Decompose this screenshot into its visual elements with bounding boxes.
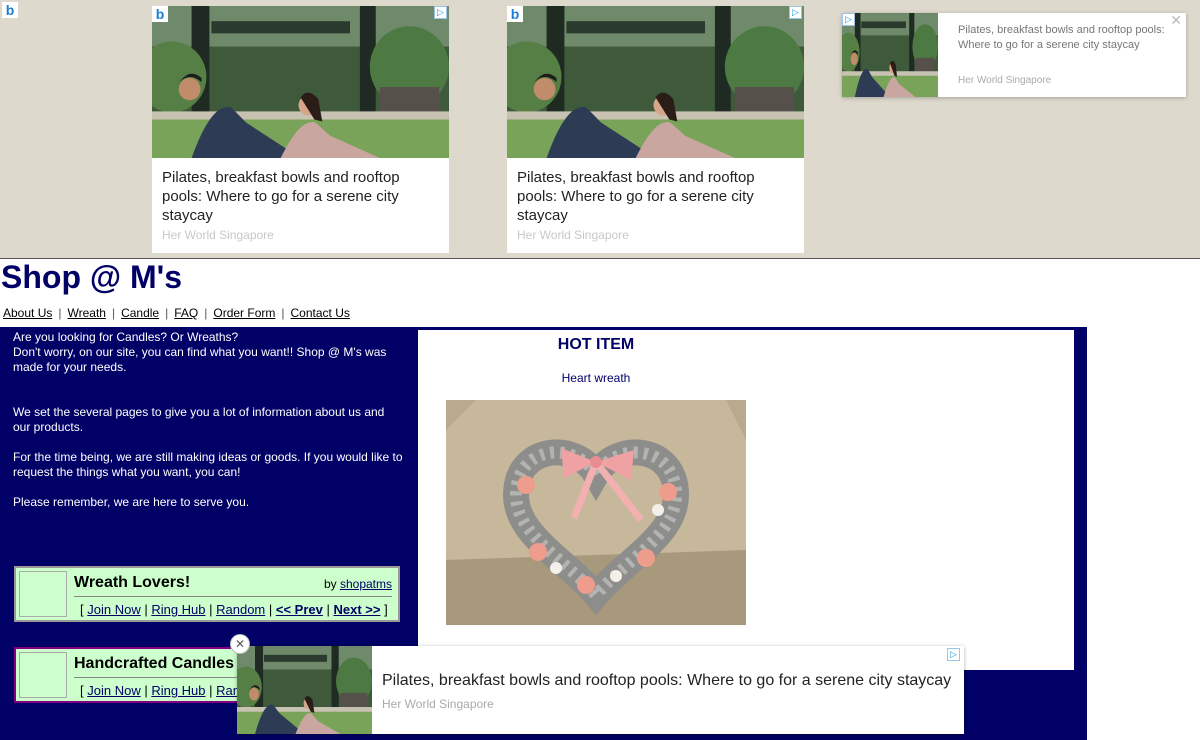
webring-owner-link[interactable]: shopatms [340, 577, 392, 591]
webring-ring-hub[interactable]: Ring Hub [151, 683, 205, 698]
adchoices-icon[interactable]: ▷ [789, 6, 802, 19]
close-icon[interactable]: ✕ [230, 634, 250, 654]
adchoices-icon[interactable]: ▷ [947, 648, 960, 661]
nav-separator: | [58, 306, 62, 320]
nav-separator: | [281, 306, 285, 320]
intro-paragraph-1: Don't worry, on our site, you can find w… [13, 345, 387, 374]
ad-banner-area: b b ▷ Pilates, breakfast bowls and rooft… [0, 0, 1200, 259]
site-title: Shop @ M's [1, 259, 183, 295]
webring-owner: by shopatms [324, 577, 392, 591]
bing-logo-icon[interactable]: b [2, 2, 18, 18]
ad-bottom-banner[interactable]: Pilates, breakfast bowls and rooftop poo… [237, 646, 964, 734]
ad-image[interactable] [152, 6, 449, 158]
webring-random[interactable]: Random [216, 602, 265, 617]
ad-headline[interactable]: Pilates, breakfast bowls and rooftop poo… [517, 168, 787, 225]
ad-source[interactable]: Her World Singapore [382, 697, 494, 711]
hot-item-title: HOT ITEM [557, 336, 635, 353]
ad-image[interactable] [842, 13, 938, 97]
hot-item-panel: HOT ITEM Heart wreath [418, 330, 1074, 670]
ad-image[interactable] [237, 646, 372, 734]
webring-name: Handcrafted Candles [74, 655, 235, 672]
webring-join-now[interactable]: Join Now [87, 602, 140, 617]
ad-source[interactable]: Her World Singapore [162, 228, 274, 242]
nav-separator: | [165, 306, 169, 320]
nav-separator: | [111, 306, 116, 320]
webring-prev[interactable]: << Prev [276, 602, 323, 617]
webring-wreath-lovers: Wreath Lovers! by shopatms [ Join Now | … [14, 566, 400, 622]
nav-wreath[interactable]: Wreath [67, 306, 105, 320]
ad-headline[interactable]: Pilates, breakfast bowls and rooftop poo… [958, 23, 1168, 53]
webring-logo-image[interactable] [19, 571, 67, 617]
intro-question: Are you looking for Candles? Or Wreaths? [13, 330, 239, 344]
divider [74, 596, 392, 597]
nav-candle[interactable]: Candle [121, 306, 159, 320]
ad-side-card[interactable]: ▷ Pilates, breakfast bowls and rooftop p… [842, 13, 1186, 97]
ad-headline[interactable]: Pilates, breakfast bowls and rooftop poo… [382, 672, 951, 690]
webring-logo-image[interactable] [19, 652, 67, 698]
webring-by-label: by [323, 577, 337, 591]
ad-card-2[interactable]: b ▷ Pilates, breakfast bowls and rooftop… [507, 6, 804, 253]
webring-name: Wreath Lovers! [74, 574, 191, 591]
ad-source[interactable]: Her World Singapore [517, 228, 629, 242]
hot-item-name: Heart wreath [561, 371, 631, 385]
nav-about-us[interactable]: About Us [3, 306, 52, 320]
adchoices-icon[interactable]: ▷ [434, 6, 447, 19]
main-nav: About Us | Wreath | Candle | FAQ | Order Form | Co… [3, 303, 350, 323]
adchoices-icon[interactable]: ▷ [842, 13, 855, 26]
nav-order-form[interactable]: Order Form [213, 306, 275, 320]
webring-ring-hub[interactable]: Ring Hub [151, 602, 205, 617]
intro-paragraph-2: We set the several pages to give you a l… [13, 405, 385, 434]
ad-card-1[interactable]: b ▷ Pilates, breakfast bowls and rooftop… [152, 6, 449, 253]
nav-separator: | [204, 306, 208, 320]
webring-links: [ Join Now | Ring Hub | Random | << Prev… [80, 602, 388, 617]
webring-join-now[interactable]: Join Now [87, 683, 140, 698]
nav-contact-us[interactable]: Contact Us [291, 306, 350, 320]
intro-paragraph-4: Please remember, we are here to serve yo… [13, 495, 250, 509]
ad-source[interactable]: Her World Singapore [958, 75, 1051, 86]
webring-next[interactable]: Next >> [333, 602, 380, 617]
bing-logo-icon[interactable]: b [152, 6, 168, 22]
close-icon[interactable]: ✕ [1170, 13, 1182, 29]
nav-faq[interactable]: FAQ [174, 306, 198, 320]
intro-text: Are you looking for Candles? Or Wreaths?… [13, 330, 403, 510]
bing-logo-icon[interactable]: b [507, 6, 523, 22]
heart-wreath-image[interactable] [446, 400, 746, 625]
ad-headline[interactable]: Pilates, breakfast bowls and rooftop poo… [162, 168, 432, 225]
ad-image[interactable] [507, 6, 804, 158]
intro-paragraph-3: For the time being, we are still making … [13, 450, 403, 479]
